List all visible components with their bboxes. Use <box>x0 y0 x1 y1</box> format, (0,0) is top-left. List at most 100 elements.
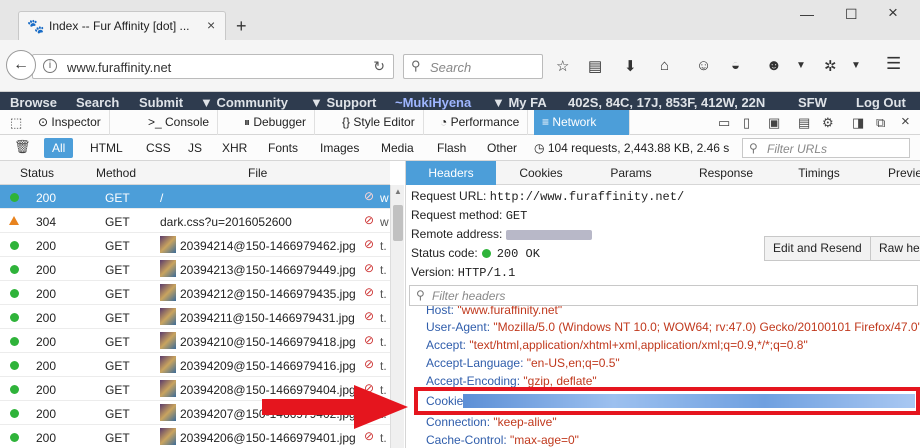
row-method: GET <box>105 287 130 301</box>
site-nav-browse[interactable]: Browse <box>10 95 57 110</box>
request-url-value: http://www.furaffinity.net/ <box>489 190 685 204</box>
close-window-button[interactable]: × <box>888 3 898 23</box>
emoji-icon[interactable]: ☺ <box>696 57 711 74</box>
nav-bar: i www.furaffinity.net ↻ ← ⚲ Search ☆ ▤ ⬇… <box>0 40 920 92</box>
tab-preview[interactable]: Previe <box>866 161 920 185</box>
table-row[interactable]: 200 GET 20394214@150-1466979462.jpg ⊘ t. <box>0 233 390 257</box>
bookmark-star-icon[interactable]: ☆ <box>556 57 569 75</box>
header-row-accept: Accept: "text/html,application/xhtml+xml… <box>426 338 808 352</box>
split-console-icon[interactable]: ▭ <box>718 115 730 131</box>
filter-xhr[interactable]: XHR <box>214 138 255 158</box>
row-file: / <box>160 191 164 205</box>
site-nav-community[interactable]: ▼ Community <box>200 95 288 110</box>
tab-params[interactable]: Params <box>586 161 676 185</box>
reading-list-icon[interactable]: ▤ <box>588 57 602 75</box>
header-value: "text/html,application/xhtml+xml,applica… <box>469 338 808 352</box>
site-nav-submit[interactable]: Submit <box>139 95 183 110</box>
status-ok-dot-icon <box>10 313 19 322</box>
downloads-icon[interactable]: ⬇ <box>624 57 637 75</box>
header-name: Accept-Encoding: <box>426 374 521 388</box>
new-tab-button[interactable]: + <box>236 16 247 37</box>
chevron-down-icon[interactable]: ▼ <box>796 60 806 71</box>
table-row[interactable]: 304 GET dark.css?u=2016052600 ⊘ w <box>0 209 390 233</box>
reload-icon[interactable]: ↻ <box>373 58 385 75</box>
header-filter-input[interactable]: ⚲ Filter headers <box>409 285 918 306</box>
tab-console[interactable]: >_ Console <box>140 110 219 135</box>
table-row[interactable]: 200 GET 20394211@150-1466979431.jpg ⊘ t. <box>0 305 390 329</box>
edit-and-resend-button[interactable]: Edit and Resend <box>764 236 871 261</box>
tab-inspector[interactable]: ⊙ Inspector <box>30 110 110 135</box>
table-row[interactable]: 200 GET 20394213@150-1466979449.jpg ⊘ t. <box>0 257 390 281</box>
url-bar[interactable]: i www.furaffinity.net ↻ <box>32 54 394 79</box>
filter-all[interactable]: All <box>44 138 74 158</box>
back-button[interactable]: ← <box>6 50 36 80</box>
column-status[interactable]: Status <box>20 166 54 180</box>
pocket-icon[interactable]: ◒ <box>731 57 740 74</box>
redacted-cookie-value[interactable] <box>463 394 915 408</box>
filter-images[interactable]: Images <box>312 138 367 158</box>
header-value: "Mozilla/5.0 (Windows NT 10.0; WOW64; rv… <box>493 320 920 334</box>
raw-headers-button[interactable]: Raw hea <box>870 236 920 261</box>
url-filter-input[interactable]: ⚲ Filter URLs <box>742 138 910 158</box>
scroll-up-icon[interactable]: ▲ <box>394 187 402 196</box>
info-icon[interactable]: i <box>43 59 57 73</box>
table-row[interactable]: 200 GET 20394210@150-1466979418.jpg ⊘ t. <box>0 329 390 353</box>
close-devtools-icon[interactable]: × <box>901 113 910 130</box>
minimize-button[interactable]: — <box>800 6 814 22</box>
site-nav-my-fa[interactable]: ▼ My FA <box>492 95 547 110</box>
tab-response[interactable]: Response <box>681 161 771 185</box>
filter-js[interactable]: JS <box>180 138 210 158</box>
tab-headers[interactable]: Headers <box>406 161 496 185</box>
site-nav-support[interactable]: ▼ Support <box>310 95 376 110</box>
table-row[interactable]: 200 GET / ⊘ w <box>0 185 390 209</box>
site-nav-logout[interactable]: Log Out <box>856 95 906 110</box>
tab-performance[interactable]: ◔ Performance <box>432 110 529 135</box>
search-bar[interactable]: ⚲ Search <box>403 54 543 79</box>
request-method-value: GET <box>505 209 528 223</box>
scrollbar-thumb[interactable] <box>393 205 403 241</box>
filter-fonts[interactable]: Fonts <box>260 138 306 158</box>
table-row[interactable]: 200 GET 20394212@150-1466979435.jpg ⊘ t. <box>0 281 390 305</box>
tab-cookies[interactable]: Cookies <box>496 161 586 185</box>
table-row[interactable]: 200 GET 20394209@150-1466979416.jpg ⊘ t. <box>0 353 390 377</box>
dock-side-icon[interactable]: ◨ <box>852 115 864 131</box>
home-icon[interactable]: ⌂ <box>660 57 669 74</box>
site-nav-sfw[interactable]: SFW <box>798 95 827 110</box>
site-nav-search[interactable]: Search <box>76 95 119 110</box>
bug-icon[interactable]: ✲ <box>824 57 837 75</box>
filter-flash[interactable]: Flash <box>429 138 474 158</box>
tab-network[interactable]: ≡ Network <box>534 110 630 135</box>
tab-debugger[interactable]: ⏸ Debugger <box>236 110 316 135</box>
maximize-button[interactable]: ☐ <box>845 6 858 23</box>
search-placeholder: Search <box>430 60 472 75</box>
settings-gear-icon[interactable]: ⚙ <box>822 115 834 131</box>
filter-html[interactable]: HTML <box>82 138 131 158</box>
filter-css[interactable]: CSS <box>138 138 179 158</box>
status-ok-dot-icon <box>10 361 19 370</box>
chevron-down-icon[interactable]: ▼ <box>851 60 861 71</box>
screenshot-icon[interactable]: ▣ <box>768 115 780 131</box>
column-method[interactable]: Method <box>96 166 136 180</box>
profile-icon[interactable]: ☻ <box>766 57 782 74</box>
row-method: GET <box>105 215 130 229</box>
site-nav-counters[interactable]: 402S, 84C, 17J, 853F, 412W, 22N <box>568 95 765 110</box>
close-tab-icon[interactable]: × <box>207 17 215 33</box>
browser-tab[interactable]: 🐾 Index -- Fur Affinity [dot] ... × <box>18 11 226 40</box>
site-nav-username[interactable]: ~MukiHyena <box>395 95 471 110</box>
tab-timings[interactable]: Timings <box>774 161 864 185</box>
menu-icon[interactable]: ☰ <box>886 54 901 74</box>
tab-style-editor[interactable]: {} Style Editor <box>334 110 424 135</box>
responsive-mode-icon[interactable]: ▯ <box>743 115 750 131</box>
undock-window-icon[interactable]: ⧉ <box>876 115 885 131</box>
row-domain: t. <box>380 335 387 349</box>
column-file[interactable]: File <box>248 166 267 180</box>
filter-other[interactable]: Other <box>479 138 525 158</box>
element-picker-icon[interactable]: ⬚ <box>10 115 22 131</box>
request-url-row: Request URL: http://www.furaffinity.net/ <box>411 189 684 204</box>
scratchpad-icon[interactable]: ▤ <box>798 115 810 131</box>
row-method: GET <box>105 407 130 421</box>
filter-media[interactable]: Media <box>373 138 422 158</box>
back-arrow-icon: ← <box>13 56 29 73</box>
row-status: 200 <box>36 431 57 445</box>
trash-icon[interactable]: 🗑 <box>14 139 31 155</box>
